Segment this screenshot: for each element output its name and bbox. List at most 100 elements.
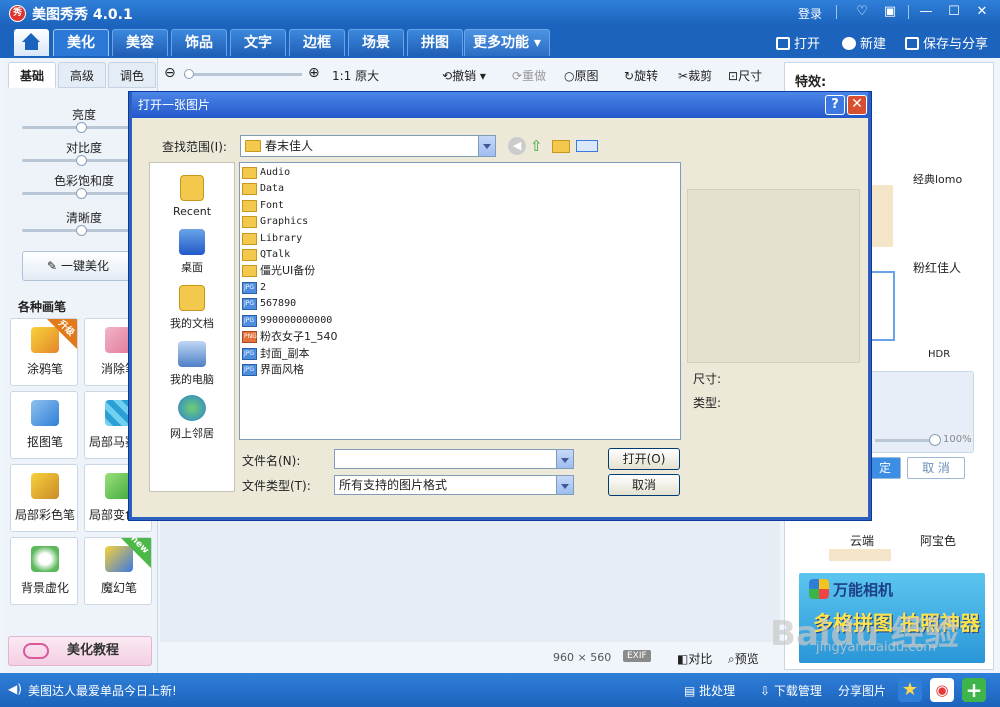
close-icon[interactable]: ✕ xyxy=(972,3,992,21)
effect-thumbnail[interactable] xyxy=(869,185,893,247)
contrast-slider[interactable] xyxy=(22,155,132,166)
effect-cloud[interactable]: 云端 xyxy=(850,532,874,549)
crop-button[interactable]: ✂裁剪 xyxy=(678,67,712,84)
compare-button[interactable]: ◧对比 xyxy=(677,650,712,667)
file-item-jpg[interactable]: JPG 990000000000 xyxy=(242,313,332,329)
filetype-select[interactable]: 所有支持的图片格式 xyxy=(334,475,574,495)
original-size-button[interactable]: 1:1 原大 xyxy=(332,67,379,84)
cancel-effect-button[interactable]: 取 消 xyxy=(907,457,965,479)
tutorial-button[interactable]: 美化教程 xyxy=(8,636,152,666)
opacity-slider[interactable] xyxy=(875,434,941,446)
confirm-button[interactable]: 定 xyxy=(869,457,901,479)
original-image-button[interactable]: ○原图 xyxy=(564,67,599,84)
tab-beautify[interactable]: 美化 xyxy=(53,29,109,56)
effect-thumbnail-selected[interactable] xyxy=(869,271,895,341)
file-item-ui-backup[interactable]: 僵光UI备份 xyxy=(242,263,315,279)
place-network[interactable]: 网上邻居 xyxy=(150,395,234,441)
login-link[interactable]: 登录 xyxy=(798,5,822,22)
maximize-icon[interactable]: ☐ xyxy=(944,3,964,21)
place-desktop[interactable]: 桌面 xyxy=(150,229,234,275)
resize-button[interactable]: ⊡尺寸 xyxy=(728,67,762,84)
look-in-select[interactable]: 春末佳人 xyxy=(240,135,496,157)
tool-doodle-pen[interactable]: 升级 涂鸦笔 xyxy=(10,318,78,386)
tab-more-features[interactable]: 更多功能 ▾ xyxy=(464,29,550,56)
download-manager-button[interactable]: ⇩ 下载管理 xyxy=(760,682,822,699)
brightness-slider[interactable] xyxy=(22,122,132,133)
tab-face[interactable]: 美容 xyxy=(112,29,168,56)
zoom-slider[interactable] xyxy=(184,69,302,79)
news-ticker[interactable]: 美图达人最爱单品今日上新! xyxy=(28,682,177,699)
tool-magic-pen[interactable]: new 魔幻笔 xyxy=(84,534,152,605)
up-folder-icon[interactable]: ⇧ xyxy=(530,137,548,155)
file-item-font[interactable]: Font xyxy=(242,198,284,214)
undo-button[interactable]: ⟲撤销 ▾ xyxy=(442,67,486,84)
add-icon[interactable]: + xyxy=(962,678,986,702)
skin-icon[interactable]: ▣ xyxy=(880,3,900,21)
zoom-out-icon[interactable]: ⊖ xyxy=(164,65,176,81)
filename-input[interactable] xyxy=(334,449,574,469)
place-my-documents[interactable]: 我的文档 xyxy=(150,285,234,331)
exif-button[interactable]: EXIF xyxy=(623,650,651,662)
tool-background-blur[interactable]: 背景虚化 xyxy=(10,537,78,605)
file-item-jpg[interactable]: JPG 567890 xyxy=(242,296,296,312)
star-icon[interactable]: ★ xyxy=(898,678,922,702)
open-file-button[interactable]: 打开(O) xyxy=(608,448,680,470)
chevron-down-icon[interactable] xyxy=(478,136,495,156)
preview-button[interactable]: ⌕预览 xyxy=(728,650,759,667)
tab-scene[interactable]: 场景 xyxy=(348,29,404,56)
file-item-data[interactable]: Data xyxy=(242,181,284,197)
chevron-down-icon[interactable] xyxy=(556,450,573,468)
tool-cutout-pen[interactable]: 抠图笔 xyxy=(10,391,78,459)
dialog-close-icon[interactable]: ✕ xyxy=(847,95,867,115)
share-image-button[interactable]: 分享图片 xyxy=(838,682,886,699)
effect-abao-color[interactable]: 阿宝色 xyxy=(920,532,956,549)
slider-knob[interactable] xyxy=(76,155,87,166)
saturation-slider[interactable] xyxy=(22,188,132,199)
zoom-in-icon[interactable]: ⊕ xyxy=(308,65,320,81)
file-item-library[interactable]: Library xyxy=(242,231,302,247)
minimize-icon[interactable]: — xyxy=(916,3,936,21)
chevron-down-icon[interactable] xyxy=(556,476,573,494)
tool-partial-color[interactable]: 局部彩色笔 xyxy=(10,464,78,532)
sharpness-slider[interactable] xyxy=(22,225,132,236)
subtab-basic[interactable]: 基础 xyxy=(8,62,56,88)
new-folder-icon[interactable] xyxy=(552,140,570,153)
tab-frame[interactable]: 边框 xyxy=(289,29,345,56)
help-icon[interactable]: ? xyxy=(825,95,845,115)
save-share-button[interactable]: 保存与分享 xyxy=(905,33,988,52)
file-item-graphics[interactable]: Graphics xyxy=(242,214,308,230)
tab-accessories[interactable]: 饰品 xyxy=(171,29,227,56)
tab-collage[interactable]: 拼图 xyxy=(407,29,463,56)
weibo-icon[interactable]: ◉ xyxy=(930,678,954,702)
file-item-audio[interactable]: Audio xyxy=(242,165,290,181)
one-key-beautify-button[interactable]: ✎ 一键美化 xyxy=(22,251,134,281)
tab-text[interactable]: 文字 xyxy=(230,29,286,56)
slider-knob[interactable] xyxy=(184,69,194,79)
file-item-jpg[interactable]: JPG 2 xyxy=(242,280,266,296)
place-my-computer[interactable]: 我的电脑 xyxy=(150,341,234,387)
home-icon[interactable] xyxy=(14,29,49,56)
subtab-color[interactable]: 调色 xyxy=(108,62,156,88)
file-list[interactable]: Audio Data Font Graphics Library QTalk 僵… xyxy=(239,162,681,440)
slider-knob[interactable] xyxy=(76,225,87,236)
slider-knob[interactable] xyxy=(76,122,87,133)
slider-knob[interactable] xyxy=(76,188,87,199)
redo-button[interactable]: ⟳重做 xyxy=(512,67,546,84)
file-item-jpg[interactable]: JPG 封面_副本 xyxy=(242,346,310,362)
view-menu-icon[interactable] xyxy=(576,140,598,152)
cancel-button[interactable]: 取消 xyxy=(608,474,680,496)
effect-pink-lady[interactable]: 粉红佳人 xyxy=(913,259,961,276)
file-item-jpg[interactable]: JPG 界面风格 xyxy=(242,362,304,378)
open-button[interactable]: 打开 xyxy=(776,33,820,52)
file-item-qtalk[interactable]: QTalk xyxy=(242,247,290,263)
effect-thumbnail[interactable] xyxy=(829,549,891,561)
rotate-button[interactable]: ↻旋转 xyxy=(624,67,658,84)
effect-classic-lomo[interactable]: 经典lomo xyxy=(913,171,962,187)
batch-button[interactable]: ▤ 批处理 xyxy=(684,682,735,699)
back-icon[interactable]: ◀ xyxy=(508,137,526,155)
place-recent[interactable]: Recent xyxy=(150,175,234,218)
feedback-icon[interactable]: ♡ xyxy=(852,3,872,21)
subtab-advanced[interactable]: 高级 xyxy=(58,62,106,88)
file-item-png[interactable]: PNG 粉衣女子1_540 xyxy=(242,329,338,345)
slider-knob[interactable] xyxy=(929,434,941,446)
